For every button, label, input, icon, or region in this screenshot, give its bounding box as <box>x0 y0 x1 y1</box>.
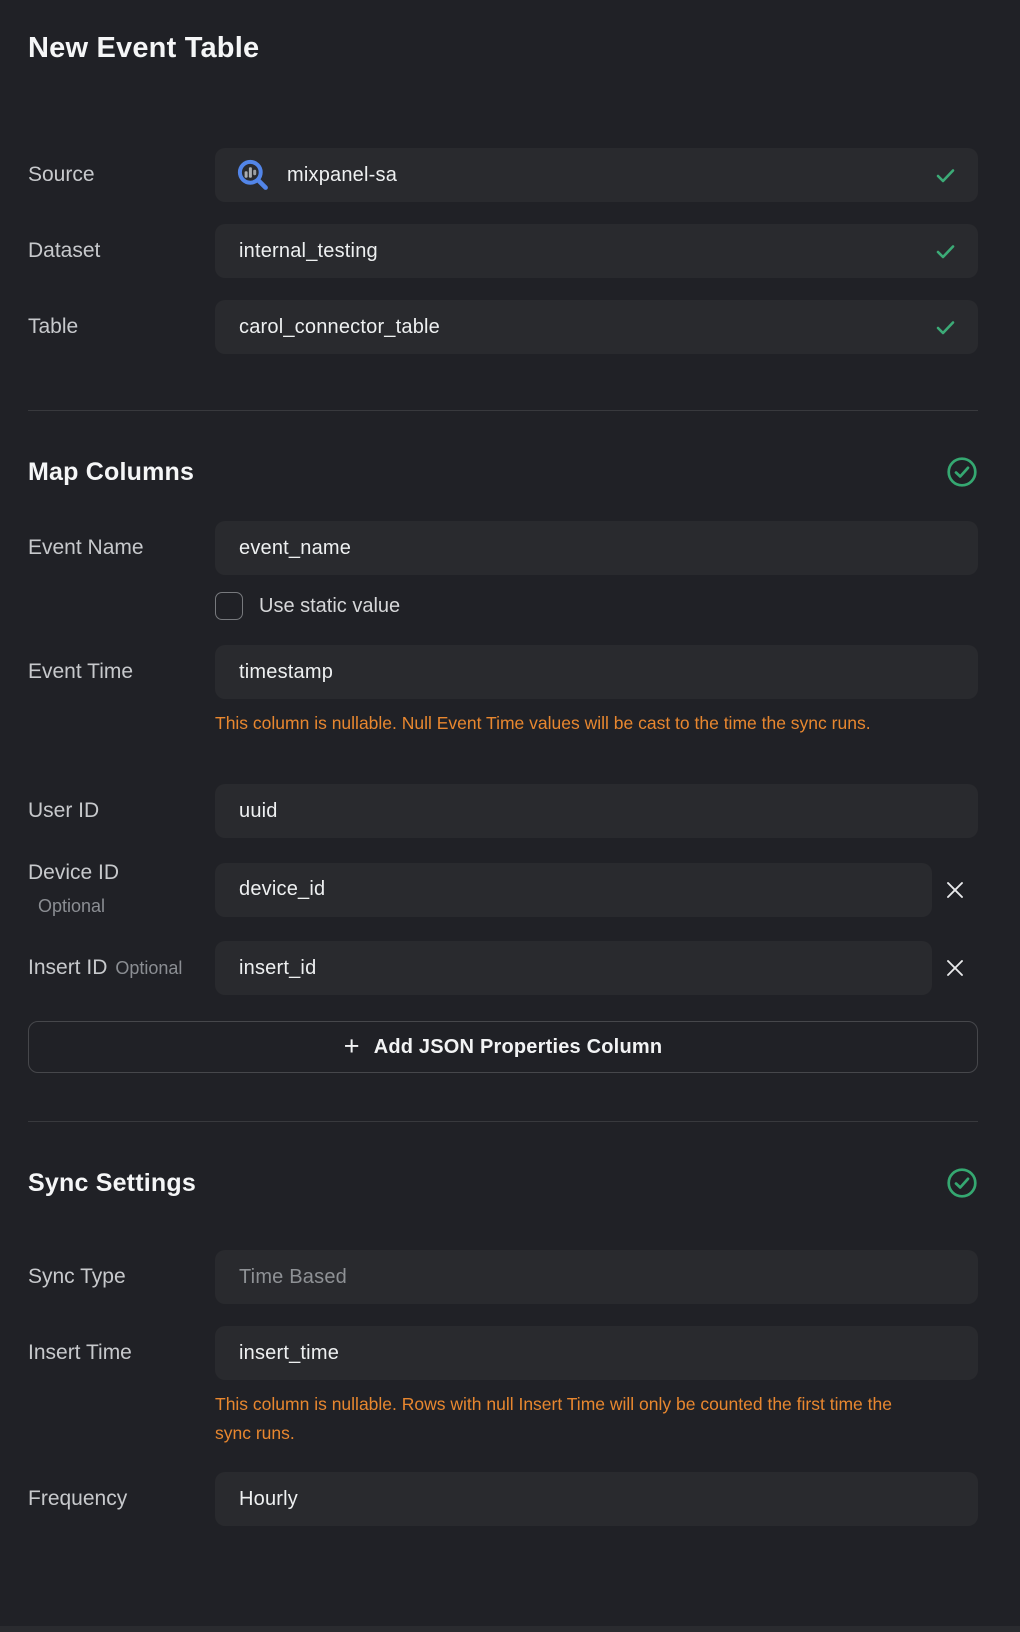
use-static-value-checkbox[interactable] <box>215 592 243 620</box>
source-row: Source mixpanel-sa <box>28 148 978 202</box>
source-valid-check-icon <box>935 167 956 184</box>
insert-id-label: Insert ID <box>28 956 107 979</box>
device-id-value: device_id <box>239 878 325 901</box>
insert-id-optional-label: Optional <box>115 958 182 978</box>
source-select[interactable]: mixpanel-sa <box>215 148 978 202</box>
event-time-value: timestamp <box>239 661 333 684</box>
table-valid-check-icon <box>935 319 956 336</box>
insert-time-select[interactable]: insert_time <box>215 1326 978 1380</box>
insert-id-select[interactable]: insert_id <box>215 941 932 995</box>
event-name-select[interactable]: event_name <box>215 521 978 575</box>
use-static-value-row: Use static value <box>28 591 978 621</box>
section-divider <box>28 410 978 411</box>
event-name-label: Event Name <box>28 535 215 561</box>
add-json-properties-label: Add JSON Properties Column <box>374 1036 663 1059</box>
user-id-row: User ID uuid <box>28 784 978 838</box>
sync-type-label: Sync Type <box>28 1264 215 1290</box>
table-value: carol_connector_table <box>239 316 440 339</box>
frequency-select[interactable]: Hourly <box>215 1472 978 1526</box>
device-id-select[interactable]: device_id <box>215 863 932 917</box>
event-name-row: Event Name event_name <box>28 521 978 575</box>
map-columns-header: Map Columns <box>28 455 978 489</box>
insert-time-nullable-warning: This column is nullable. Rows with null … <box>28 1390 920 1448</box>
map-columns-title: Map Columns <box>28 458 194 487</box>
dataset-select[interactable]: internal_testing <box>215 224 978 278</box>
table-select[interactable]: carol_connector_table <box>215 300 978 354</box>
table-row: Table carol_connector_table <box>28 300 978 354</box>
event-time-select[interactable]: timestamp <box>215 645 978 699</box>
device-id-optional-label: Optional <box>28 893 215 919</box>
sync-type-select-disabled: Time Based <box>215 1250 978 1304</box>
source-label: Source <box>28 162 215 188</box>
source-value: mixpanel-sa <box>287 164 397 187</box>
event-name-value: event_name <box>239 537 351 560</box>
insert-id-value: insert_id <box>239 957 316 980</box>
frequency-row: Frequency Hourly <box>28 1472 978 1526</box>
add-json-properties-column-button[interactable]: + Add JSON Properties Column <box>28 1021 978 1073</box>
device-id-label: Device ID <box>28 861 119 884</box>
footer-bar-edge <box>0 1626 1020 1632</box>
frequency-value: Hourly <box>239 1488 298 1511</box>
new-event-table-form: New Event Table Source mixpanel-sa Datas… <box>0 0 1020 1526</box>
insert-id-remove-button[interactable] <box>932 941 978 995</box>
dataset-value: internal_testing <box>239 240 378 263</box>
page-title: New Event Table <box>28 30 978 66</box>
close-x-icon <box>945 958 965 978</box>
user-id-value: uuid <box>239 800 278 823</box>
sync-type-row: Sync Type Time Based <box>28 1250 978 1304</box>
event-time-row: Event Time timestamp <box>28 645 978 699</box>
event-time-label: Event Time <box>28 659 215 685</box>
bigquery-source-icon <box>235 157 271 193</box>
sync-type-value: Time Based <box>239 1266 347 1289</box>
device-id-row: Device ID Optional device_id <box>28 860 978 919</box>
user-id-select[interactable]: uuid <box>215 784 978 838</box>
device-id-remove-button[interactable] <box>932 863 978 917</box>
map-columns-valid-circle-check-icon <box>946 456 978 488</box>
insert-id-row: Insert ID Optional insert_id <box>28 941 978 995</box>
section-divider <box>28 1121 978 1122</box>
dataset-valid-check-icon <box>935 243 956 260</box>
close-x-icon <box>945 880 965 900</box>
sync-settings-header: Sync Settings <box>28 1166 978 1200</box>
table-label: Table <box>28 314 215 340</box>
insert-time-row: Insert Time insert_time <box>28 1326 978 1380</box>
frequency-label: Frequency <box>28 1486 215 1512</box>
user-id-label: User ID <box>28 798 215 824</box>
sync-settings-valid-circle-check-icon <box>946 1167 978 1199</box>
sync-settings-title: Sync Settings <box>28 1169 196 1198</box>
dataset-row: Dataset internal_testing <box>28 224 978 278</box>
insert-time-value: insert_time <box>239 1342 339 1365</box>
event-time-nullable-warning: This column is nullable. Null Event Time… <box>28 709 920 738</box>
use-static-value-label: Use static value <box>259 595 400 618</box>
dataset-label: Dataset <box>28 238 215 264</box>
insert-time-label: Insert Time <box>28 1340 215 1366</box>
